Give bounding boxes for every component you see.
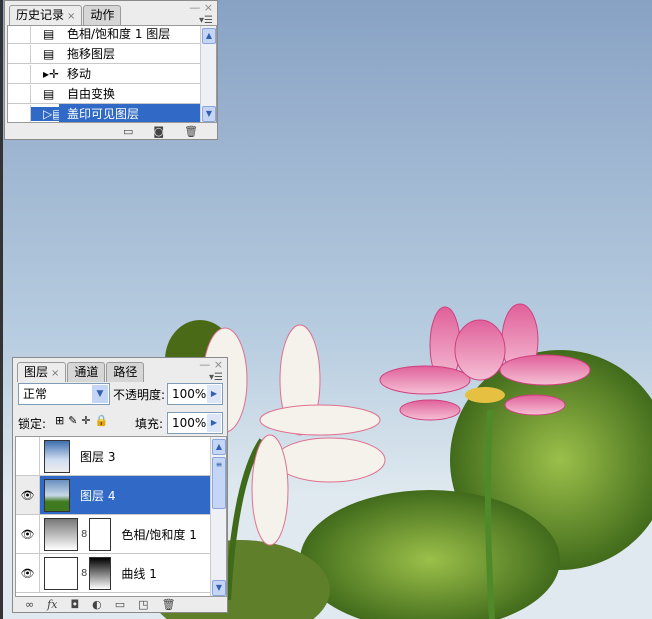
layers-panel: — × ▾☰ 图层 × 通道 路径 正常 ▼ 不透明度: 100% ▶ 锁定: ⊞✎✛… [12, 357, 228, 613]
visibility-toggle[interactable] [16, 437, 40, 475]
layers-scrollbar[interactable]: ▲ ≡ ▼ [210, 437, 226, 596]
tab-layers[interactable]: 图层 × [17, 362, 67, 382]
history-item[interactable]: ▤ 自由变换 [8, 84, 216, 104]
panel-menu-icon[interactable]: ▾☰ [209, 372, 223, 383]
close-icon[interactable]: × [51, 368, 59, 379]
history-item-selected[interactable]: ▷▤ 盖印可见图层 [8, 103, 216, 122]
slider-arrow-icon[interactable]: ▶ [207, 385, 221, 403]
scroll-up-icon[interactable]: ▲ [202, 28, 216, 44]
lock-icons[interactable]: ⊞✎✛🔒 [55, 414, 112, 427]
tab-history[interactable]: 历史记录 × [9, 5, 83, 25]
scroll-thumb[interactable]: ≡ [212, 457, 226, 509]
close-icon[interactable]: × [67, 11, 75, 22]
mask-icon[interactable]: ◘ [70, 598, 79, 611]
eye-icon[interactable]: 👁 [16, 515, 40, 553]
scroll-up-icon[interactable]: ▲ [212, 439, 226, 455]
eye-icon[interactable]: 👁 [16, 476, 40, 514]
folder-icon[interactable]: ▭ [115, 598, 125, 611]
scroll-down-icon[interactable]: ▼ [202, 106, 216, 122]
layer-row[interactable]: 👁 8 曲线 1 [16, 554, 214, 593]
lock-label: 锁定: [18, 417, 47, 431]
history-item[interactable]: ▸✛ 移动 [8, 64, 216, 84]
history-list: ▤ 色相/饱和度 1 图层 ▤ 拖移图层 ▸✛ 移动 ▤ 自由变换 ▷▤ 盖印可见图层 ▲… [7, 25, 217, 123]
opacity-input[interactable]: 100% ▶ [167, 383, 223, 405]
adjustment-thumbnail [44, 517, 78, 551]
adjustment-icon[interactable]: ◐ [92, 598, 102, 611]
trash-icon[interactable]: 🗑 [162, 598, 176, 611]
link-icon[interactable]: ∞ [25, 598, 34, 611]
slider-arrow-icon[interactable]: ▶ [207, 414, 221, 432]
blend-mode-select[interactable]: 正常 ▼ [18, 383, 110, 405]
new-document-icon[interactable]: ▭ [123, 125, 133, 138]
eye-icon[interactable]: 👁 [16, 554, 40, 592]
opacity-label: 不透明度: [113, 388, 166, 402]
layer-step-icon: ▤ [43, 86, 55, 101]
layer-thumbnail [44, 439, 70, 473]
layer-row[interactable]: 图层 3 [16, 437, 214, 476]
layer-row[interactable]: 👁 8 色相/饱和度 1 [16, 515, 214, 554]
curves-thumbnail [44, 556, 78, 590]
layer-step-icon: ▤ [43, 26, 55, 41]
panel-window-controls[interactable]: — × [189, 1, 213, 14]
layer-row-selected[interactable]: 👁 图层 4 [16, 476, 214, 515]
move-tool-icon: ▸✛ [43, 66, 60, 81]
chain-link-icon: 8 [81, 567, 88, 579]
history-item[interactable]: ▤ 色相/饱和度 1 图层 [8, 26, 216, 44]
history-panel: — × ▾☰ 历史记录 × 动作 ▤ 色相/饱和度 1 图层 ▤ 拖移图层 ▸✛ 移动 … [4, 0, 218, 140]
fill-input[interactable]: 100% ▶ [167, 412, 223, 434]
history-item[interactable]: ▤ 拖移图层 [8, 44, 216, 64]
mask-thumbnail [89, 556, 112, 590]
layer-thumbnail [44, 478, 70, 512]
mask-thumbnail [89, 517, 112, 551]
snapshot-icon[interactable]: ◙ [153, 125, 164, 138]
layer-step-icon: ▤ [43, 46, 55, 61]
scroll-down-icon[interactable]: ▼ [212, 580, 226, 596]
fx-icon[interactable]: fx [47, 598, 57, 611]
tab-actions[interactable]: 动作 [83, 5, 122, 25]
fill-label: 填充: [135, 417, 164, 431]
history-scrollbar[interactable]: ▲ ▼ [200, 26, 216, 122]
trash-icon[interactable]: 🗑 [184, 125, 198, 138]
layer-step-icon: ▷▤ [31, 106, 64, 121]
tab-paths[interactable]: 路径 [106, 362, 145, 382]
tab-channels[interactable]: 通道 [67, 362, 106, 382]
panel-window-controls[interactable]: — × [199, 358, 223, 371]
layers-list: 图层 3 👁 图层 4 👁 8 色相/饱和度 1 👁 8 曲线 1 ▲ ≡ ▼ [15, 436, 227, 597]
new-layer-icon[interactable]: ◳ [138, 598, 148, 611]
chain-link-icon: 8 [81, 528, 88, 540]
chevron-down-icon: ▼ [92, 385, 108, 403]
